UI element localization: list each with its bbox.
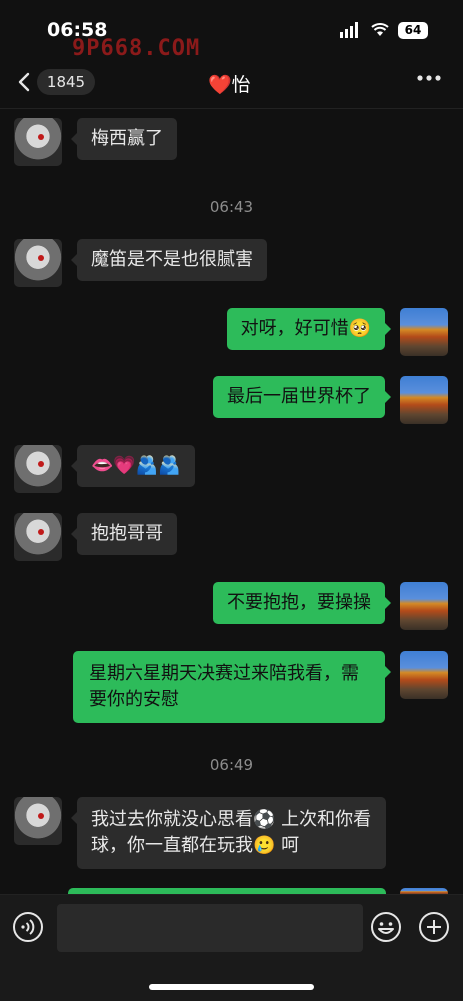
chat-title: ❤️怡 <box>208 74 251 96</box>
contact-avatar[interactable] <box>14 797 62 845</box>
my-avatar[interactable] <box>400 582 448 630</box>
plus-icon[interactable] <box>418 911 450 943</box>
home-indicator <box>149 984 314 990</box>
voice-icon[interactable] <box>12 911 44 943</box>
message-input[interactable] <box>57 904 363 952</box>
emoji-icon[interactable] <box>370 911 402 943</box>
battery-indicator: 64 <box>398 22 428 39</box>
message-bubble-received[interactable]: 👄💗🫂🫂 <box>71 445 195 487</box>
message-bubble-sent[interactable]: 最后一届世界杯了 <box>213 376 391 418</box>
unread-count-badge[interactable]: 1845 <box>37 69 95 95</box>
message-bubble-received[interactable]: 梅西赢了 <box>71 118 177 160</box>
wifi-icon <box>371 23 389 36</box>
contact-avatar[interactable] <box>14 513 62 561</box>
message-bubble-sent[interactable]: 星期六星期天决赛过来陪我看，需要你的安慰 <box>73 651 391 723</box>
my-avatar[interactable] <box>400 376 448 424</box>
timestamp: 06:49 <box>209 756 254 774</box>
my-avatar[interactable] <box>400 651 448 699</box>
my-avatar[interactable] <box>400 308 448 356</box>
message-bubble-received[interactable]: 抱抱哥哥 <box>71 513 177 555</box>
contact-avatar[interactable] <box>14 118 62 166</box>
contact-avatar[interactable] <box>14 445 62 493</box>
message-bubble-sent[interactable]: 不要抱抱，要操操 <box>213 582 391 624</box>
message-bubble-received[interactable]: 我过去你就没心思看⚽️ 上次和你看球，你一直都在玩我🥲 呵 <box>71 797 386 869</box>
timestamp: 06:43 <box>209 198 254 216</box>
more-dots-icon[interactable] <box>416 74 442 82</box>
contact-avatar[interactable] <box>14 239 62 287</box>
chevron-left-icon[interactable] <box>16 72 34 92</box>
status-bar: 06:58 9P668.COM 64 <box>0 0 463 61</box>
cellular-signal-icon <box>340 22 358 38</box>
message-bubble-sent[interactable]: 对呀，好可惜🥺 <box>226 308 392 350</box>
message-bubble-received[interactable]: 魔笛是不是也很腻害 <box>71 239 267 281</box>
